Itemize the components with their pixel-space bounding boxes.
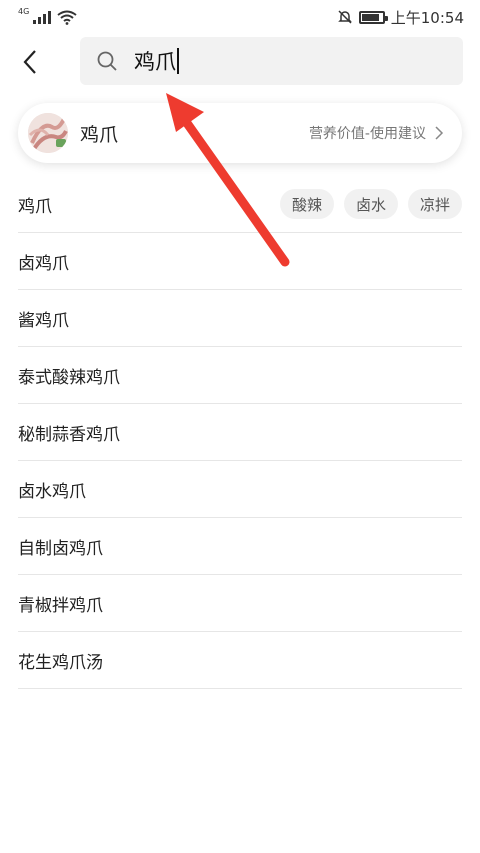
list-item-label: 卤水鸡爪 [18, 481, 86, 502]
list-item[interactable]: 卤水鸡爪 [18, 461, 462, 518]
list-item-label: 青椒拌鸡爪 [18, 595, 103, 616]
list-item-label: 鸡爪 [18, 196, 52, 217]
status-bar: 4G 上午10:54 [0, 0, 480, 34]
search-header: 鸡爪 [0, 36, 480, 88]
wifi-icon [57, 10, 77, 25]
list-item[interactable]: 花生鸡爪汤 [18, 632, 462, 689]
list-item[interactable]: 青椒拌鸡爪 [18, 575, 462, 632]
back-button[interactable] [14, 44, 46, 80]
tag-group: 酸辣 卤水 凉拌 [279, 189, 462, 219]
list-item-label: 花生鸡爪汤 [18, 652, 103, 673]
list-item-label: 酱鸡爪 [18, 310, 69, 331]
list-item[interactable]: 秘制蒜香鸡爪 [18, 404, 462, 461]
chevron-right-icon [435, 126, 444, 140]
list-item-label: 自制卤鸡爪 [18, 538, 103, 559]
list-item-label: 秘制蒜香鸡爪 [18, 424, 120, 445]
list-item-label: 泰式酸辣鸡爪 [18, 367, 120, 388]
list-item[interactable]: 泰式酸辣鸡爪 [18, 347, 462, 404]
card-title: 鸡爪 [80, 123, 119, 146]
network-type: 4G [18, 6, 30, 16]
mute-bell-icon [337, 10, 352, 24]
list-item[interactable]: 卤鸡爪 [18, 233, 462, 290]
tag-chip[interactable]: 酸辣 [279, 189, 334, 219]
battery-icon [358, 10, 388, 24]
status-right: 上午10:54 [337, 7, 464, 28]
text-caret [177, 48, 179, 74]
suggestion-list: 鸡爪 酸辣 卤水 凉拌 卤鸡爪 酱鸡爪 泰式酸辣鸡爪 秘制蒜香鸡爪 卤水鸡爪 自… [18, 176, 462, 689]
search-icon [97, 51, 117, 71]
status-left: 4G [18, 6, 77, 25]
signal-icon [33, 10, 52, 24]
list-item[interactable]: 酱鸡爪 [18, 290, 462, 347]
search-input[interactable]: 鸡爪 [80, 37, 463, 85]
tag-chip[interactable]: 凉拌 [407, 189, 462, 219]
search-query: 鸡爪 [134, 50, 176, 74]
tag-chip[interactable]: 卤水 [343, 189, 398, 219]
chicken-feet-avatar [28, 113, 68, 153]
list-item[interactable]: 鸡爪 酸辣 卤水 凉拌 [18, 176, 462, 233]
nutrition-link[interactable]: 营养价值-使用建议 [309, 123, 426, 143]
list-item[interactable]: 自制卤鸡爪 [18, 518, 462, 575]
list-item-label: 卤鸡爪 [18, 253, 69, 274]
back-chevron-icon [23, 50, 36, 74]
clock: 上午10:54 [390, 8, 464, 27]
ingredient-card[interactable]: 鸡爪 营养价值-使用建议 [18, 103, 462, 163]
